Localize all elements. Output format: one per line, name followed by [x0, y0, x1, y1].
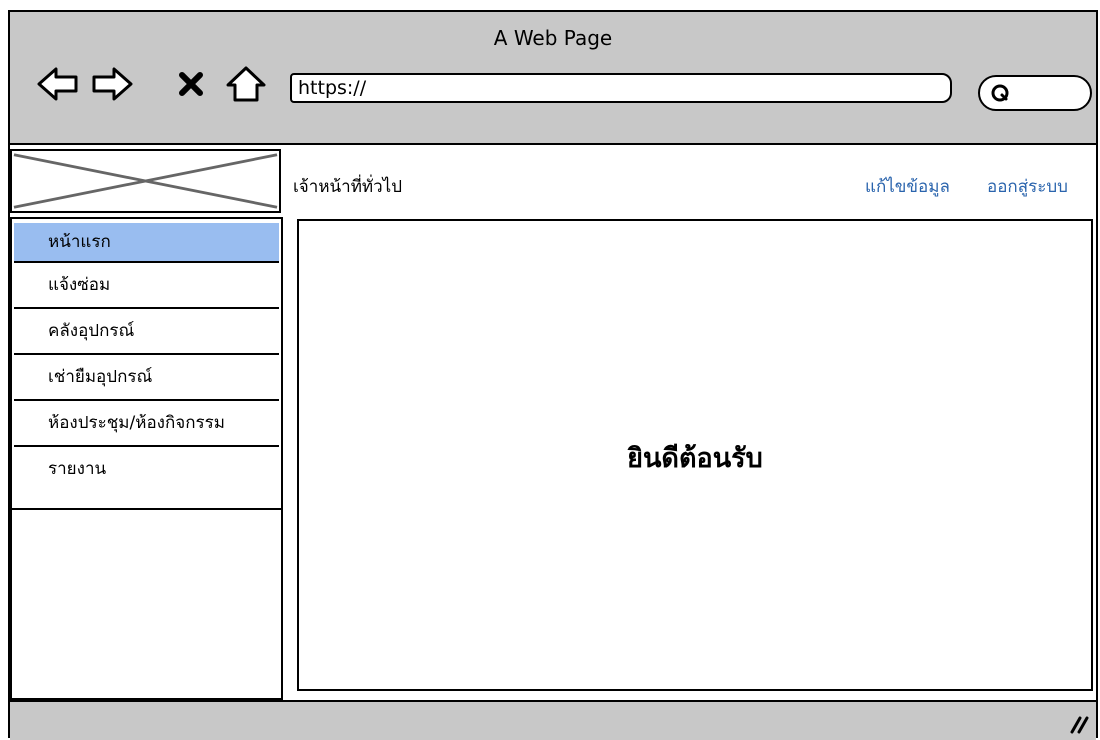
stop-button[interactable] — [174, 64, 208, 104]
main-content: ยินดีต้อนรับ — [297, 219, 1093, 691]
home-button[interactable] — [224, 64, 268, 104]
window-title: A Web Page — [493, 26, 613, 50]
url-input[interactable]: https:// — [290, 73, 952, 103]
close-icon — [179, 72, 203, 96]
home-icon — [226, 66, 266, 102]
sidebar-empty-area — [10, 510, 283, 700]
sidebar-item-inventory[interactable]: คลังอุปกรณ์ — [14, 309, 279, 355]
back-arrow-icon — [37, 67, 78, 101]
search-input[interactable] — [978, 75, 1092, 111]
sidebar-item-equipment-loan[interactable]: เช่ายืมอุปกรณ์ — [14, 355, 279, 401]
welcome-heading: ยินดีต้อนรับ — [627, 443, 763, 474]
edit-profile-link[interactable]: แก้ไขข้อมูล — [865, 173, 950, 200]
browser-window: A Web Page https:// เจ้าหน้าที่ทั่วไป แก… — [8, 10, 1098, 740]
sidebar-menu: หน้าแรก แจ้งซ่อม คลังอุปกรณ์ เช่ายืมอุปก… — [10, 217, 283, 510]
sidebar-item-reports[interactable]: รายงาน — [14, 447, 279, 493]
sidebar-item-repair[interactable]: แจ้งซ่อม — [14, 263, 279, 309]
forward-arrow-icon — [92, 67, 133, 101]
sidebar-item-meeting-rooms[interactable]: ห้องประชุม/ห้องกิจกรรม — [14, 401, 279, 447]
back-button[interactable] — [36, 64, 80, 104]
logo-placeholder — [10, 149, 281, 213]
sidebar-item-home[interactable]: หน้าแรก — [14, 223, 279, 263]
browser-toolbar: A Web Page https:// — [10, 12, 1096, 145]
logout-link[interactable]: ออกสู่ระบบ — [987, 173, 1068, 200]
header-bar: เจ้าหน้าที่ทั่วไป แก้ไขข้อมูล ออกสู่ระบบ — [283, 149, 1098, 213]
search-icon — [991, 84, 1009, 102]
forward-button[interactable] — [90, 64, 134, 104]
user-role-label: เจ้าหน้าที่ทั่วไป — [293, 177, 402, 197]
status-bar — [10, 700, 1096, 740]
resize-grip-icon[interactable] — [1064, 712, 1090, 734]
